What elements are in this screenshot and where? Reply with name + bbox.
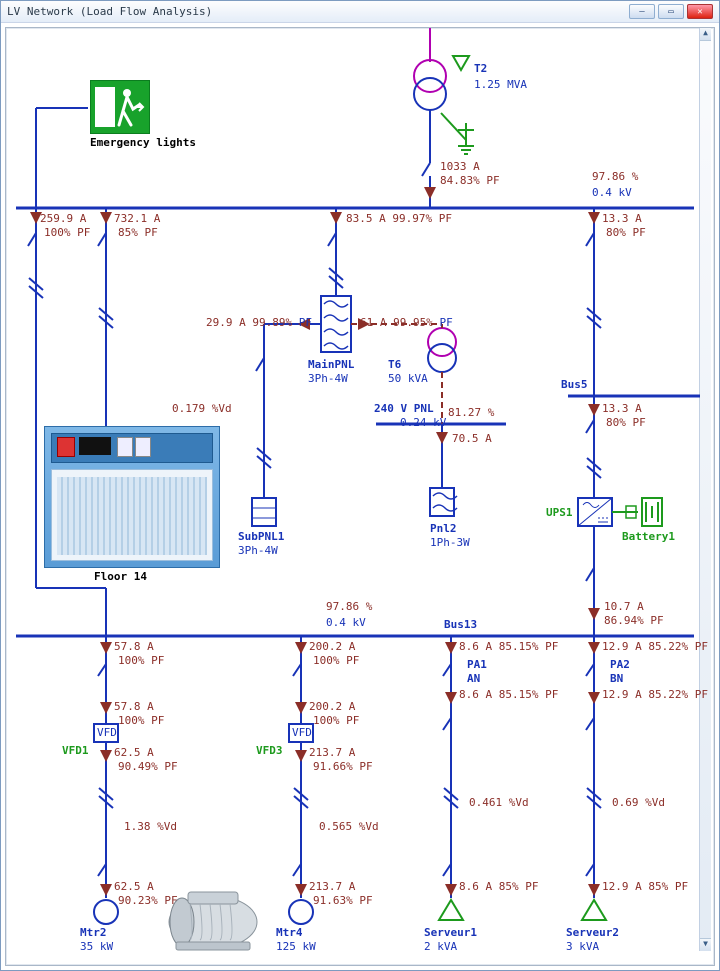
m4-bot-pf: 91.63% PF: [313, 894, 373, 907]
t6-name: T6: [388, 358, 401, 371]
diagram-canvas[interactable]: ▲ ▼: [5, 27, 715, 966]
m4-vfd-pf: 91.66% PF: [313, 760, 373, 773]
svg-text:VFD: VFD: [97, 726, 117, 739]
titlebar[interactable]: LV Network (Load Flow Analysis) — ▭ ✕: [1, 1, 719, 23]
serv1-rating: 2 kVA: [424, 940, 457, 953]
minimize-button[interactable]: —: [629, 4, 655, 19]
m4-top-pf: 100% PF: [313, 654, 359, 667]
bus5-amps: 13.3 A: [602, 402, 642, 415]
motor-image: [158, 880, 268, 954]
f3-readings: 83.5 A 99.97% PF: [346, 212, 452, 225]
pnl2-type: 1Ph-3W: [430, 536, 470, 549]
bus5-name: Bus5: [561, 378, 588, 391]
s2-mid: 12.9 A 85.22% PF: [602, 688, 708, 701]
pnl240-pct: 81.27 %: [448, 406, 494, 419]
serv2-name: Serveur2: [566, 926, 619, 939]
s2-phase: BN: [610, 672, 623, 685]
upsout-amps: 10.7 A: [604, 600, 644, 613]
s2-top: 12.9 A 85.22% PF: [602, 640, 708, 653]
m4-vfd-a: 213.7 A: [309, 746, 355, 759]
mtr2-name: Mtr2: [80, 926, 107, 939]
m4-bot-a: 213.7 A: [309, 880, 355, 893]
t6branch-reading: 61 A 99.95% PF: [360, 316, 453, 329]
s1-top: 8.6 A 85.15% PF: [459, 640, 558, 653]
mtr4-rating: 125 kW: [276, 940, 316, 953]
m2-bot-pf: 90.23% PF: [118, 894, 178, 907]
m2-bot-a: 62.5 A: [114, 880, 154, 893]
vfd1-name: VFD1: [62, 744, 89, 757]
mtr4-name: Mtr4: [276, 926, 303, 939]
f2-pf: 85% PF: [118, 226, 158, 239]
f2-amps: 732.1 A: [114, 212, 160, 225]
m2-mid-a: 57.8 A: [114, 700, 154, 713]
f4-pf: 80% PF: [606, 226, 646, 239]
mainpnl-type: 3Ph-4W: [308, 372, 348, 385]
m2-vfd-pf: 90.49% PF: [118, 760, 178, 773]
s2-vdrop: 0.69 %Vd: [612, 796, 665, 809]
t2-rating: 1.25 MVA: [474, 78, 527, 91]
floor14-label: Floor 14: [94, 570, 147, 583]
incoming-pf: 84.83% PF: [440, 174, 500, 187]
m4-mid-pf: 100% PF: [313, 714, 359, 727]
battery1-name: Battery1: [622, 530, 675, 543]
m2-vdrop: 1.38 %Vd: [124, 820, 177, 833]
m2-top-a: 57.8 A: [114, 640, 154, 653]
s2-pa: PA2: [610, 658, 630, 671]
s1-vdrop: 0.461 %Vd: [469, 796, 529, 809]
mtr2-rating: 35 kW: [80, 940, 113, 953]
bus5-pf: 80% PF: [606, 416, 646, 429]
busmain-pct: 97.86 %: [592, 170, 638, 183]
subpnl1-type: 3Ph-4W: [238, 544, 278, 557]
serv2-rating: 3 kVA: [566, 940, 599, 953]
upsout-pf: 86.94% PF: [604, 614, 664, 627]
emergency-label: Emergency lights: [90, 136, 196, 149]
s1-bot: 8.6 A 85% PF: [459, 880, 538, 893]
serv1-name: Serveur1: [424, 926, 477, 939]
subpnl1-name: SubPNL1: [238, 530, 284, 543]
m4-vdrop: 0.565 %Vd: [319, 820, 379, 833]
vfd3-name: VFD3: [256, 744, 283, 757]
busmain-voltage: 0.4 kV: [592, 186, 632, 199]
svg-text:VFD: VFD: [292, 726, 312, 739]
pnl2-name: Pnl2: [430, 522, 457, 535]
m2-mid-pf: 100% PF: [118, 714, 164, 727]
m4-top-a: 200.2 A: [309, 640, 355, 653]
bus13-name: Bus13: [444, 618, 477, 631]
ups1-name: UPS1: [546, 506, 573, 519]
incoming-amps: 1033 A: [440, 160, 480, 173]
f1-amps: 259.9 A: [40, 212, 86, 225]
bus13-pct: 97.86 %: [326, 600, 372, 613]
pnl240-name: 240 V PNL: [374, 402, 434, 415]
s1-pa: PA1: [467, 658, 487, 671]
f4-amps: 13.3 A: [602, 212, 642, 225]
exit-sign-icon: [90, 80, 150, 134]
maximize-button[interactable]: ▭: [658, 4, 684, 19]
f1-vdrop: 0.179 %Vd: [172, 402, 232, 415]
close-button[interactable]: ✕: [687, 4, 713, 19]
mainpnl-reading: 29.9 A 99.89% PF: [172, 316, 312, 329]
pnl240-amps: 70.5 A: [452, 432, 492, 445]
t6-rating: 50 kVA: [388, 372, 428, 385]
bus13-voltage: 0.4 kV: [326, 616, 366, 629]
m4-mid-a: 200.2 A: [309, 700, 355, 713]
window-title: LV Network (Load Flow Analysis): [7, 5, 629, 18]
s1-phase: AN: [467, 672, 480, 685]
s2-bot: 12.9 A 85% PF: [602, 880, 688, 893]
app-window: LV Network (Load Flow Analysis) — ▭ ✕ ▲ …: [0, 0, 720, 971]
pnl240-voltage: 0.24 kV: [400, 416, 446, 429]
m2-vfd-a: 62.5 A: [114, 746, 154, 759]
m2-top-pf: 100% PF: [118, 654, 164, 667]
mainpnl-name: MainPNL: [308, 358, 354, 371]
t2-name: T2: [474, 62, 487, 75]
f1-pf: 100% PF: [44, 226, 90, 239]
switchboard-image: [44, 426, 220, 568]
s1-mid: 8.6 A 85.15% PF: [459, 688, 558, 701]
